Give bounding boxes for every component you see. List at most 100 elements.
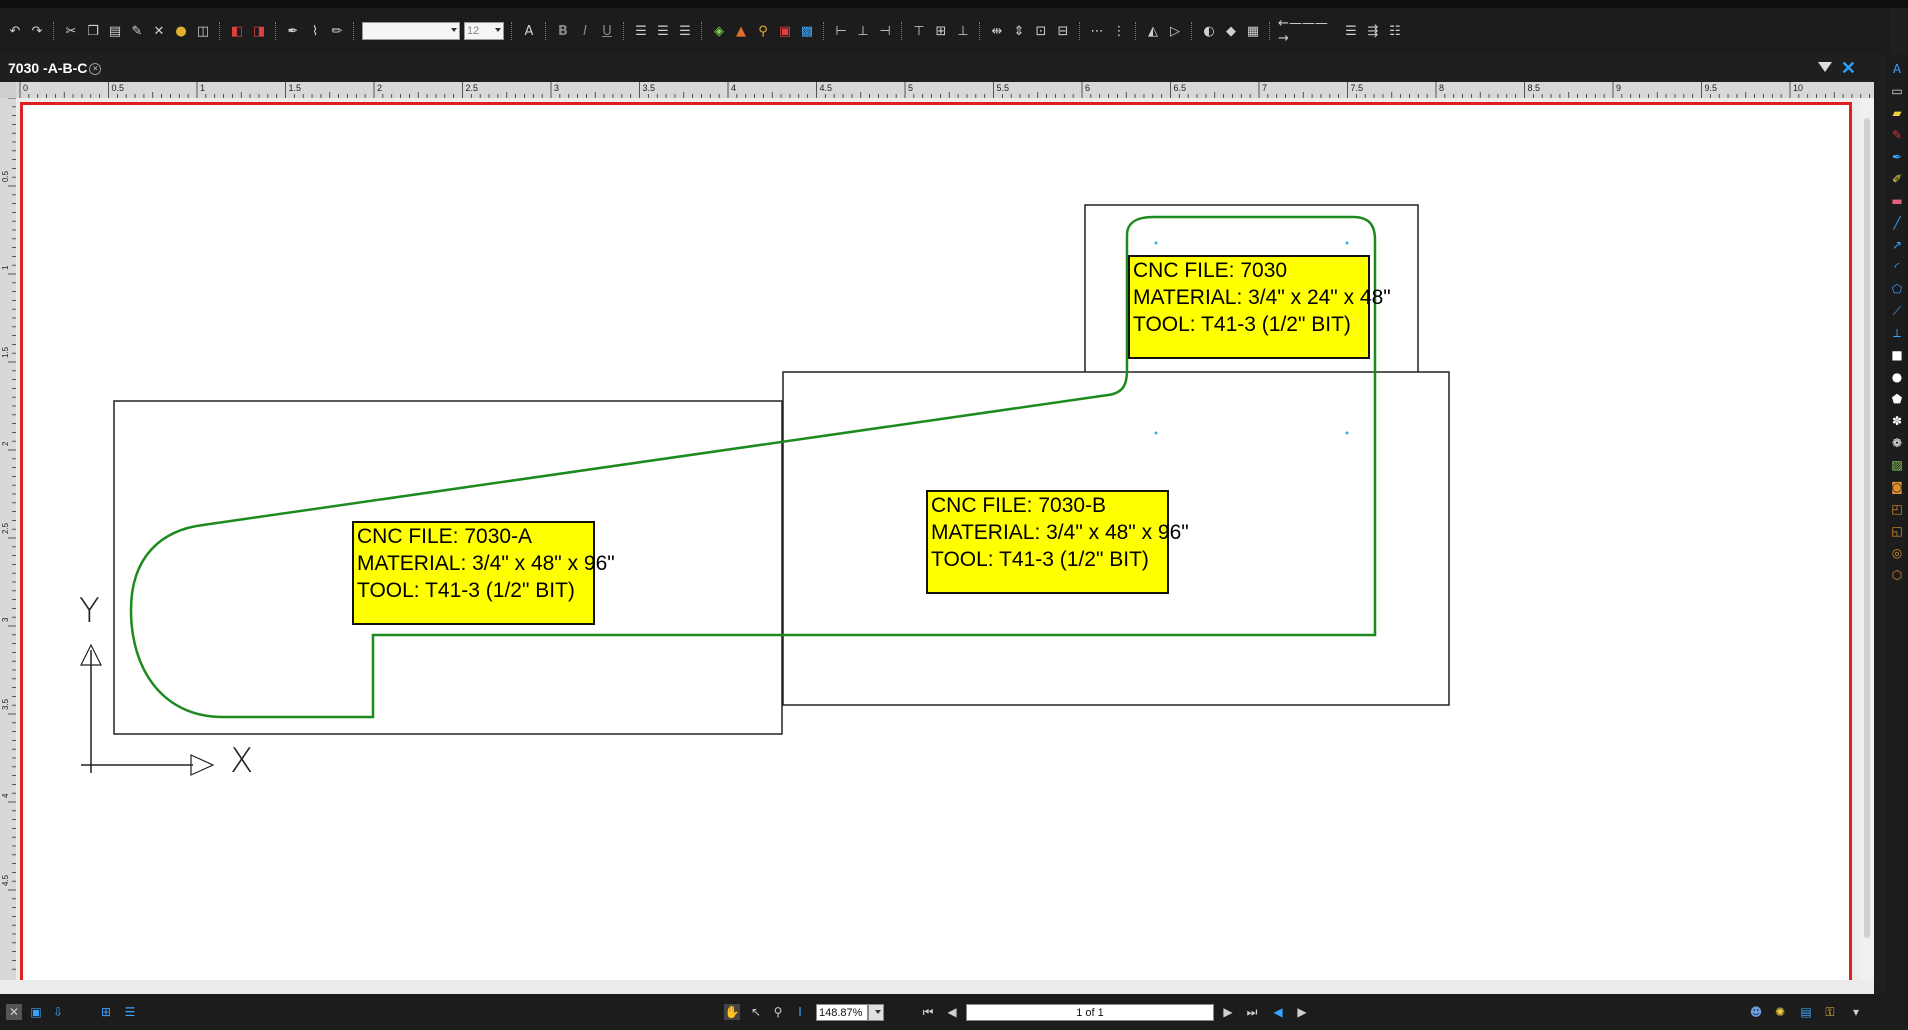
align-top-icon[interactable]: ⊤ — [910, 22, 928, 40]
lock-icon[interactable]: ⚿ — [1822, 1004, 1838, 1020]
close-icon[interactable]: × — [89, 63, 102, 75]
highlighter-icon[interactable]: ✎ — [1890, 128, 1904, 142]
copy-icon[interactable]: ❐ — [84, 22, 102, 40]
tab-list-dropdown-icon[interactable] — [1818, 62, 1832, 72]
line-color-icon[interactable]: ◆ — [1222, 22, 1240, 40]
cut-icon[interactable]: ✂ — [62, 22, 80, 40]
lightbulb-icon[interactable]: ✺ — [1772, 1004, 1788, 1020]
drawing-canvas[interactable]: CNC FILE: 7030 MATERIAL: 3/4" x 24" x 48… — [16, 98, 1874, 980]
pencil-tool-icon[interactable]: ✏ — [328, 22, 346, 40]
align-bottom-icon[interactable]: ⊥ — [954, 22, 972, 40]
line-width-icon[interactable]: ☰ — [1342, 22, 1360, 40]
italic-button[interactable]: I — [576, 22, 594, 40]
format-painter-icon[interactable]: ✎ — [128, 22, 146, 40]
panel-toggle-icon[interactable]: ▣ — [28, 1004, 44, 1020]
note-icon[interactable]: ▰ — [1890, 106, 1904, 120]
align-middle-icon[interactable]: ⊞ — [932, 22, 950, 40]
delete-icon[interactable]: ✕ — [150, 22, 168, 40]
pdf-import-icon[interactable]: ◨ — [250, 22, 268, 40]
tab-document[interactable]: 7030 -A-B-C × — [4, 58, 103, 78]
measure-tool-icon[interactable]: ⟂ — [1890, 326, 1904, 340]
control-point[interactable] — [1154, 241, 1158, 245]
user-icon[interactable]: ☻ — [1748, 1004, 1764, 1020]
align-left-icon[interactable]: ☰ — [632, 22, 650, 40]
hatch-pattern-icon[interactable]: ▦ — [1244, 22, 1262, 40]
next-view-icon[interactable]: ▶ — [1294, 1004, 1310, 1020]
next-page-icon[interactable]: ▶ — [1220, 1004, 1236, 1020]
line-tool-icon[interactable]: ╱ — [1890, 216, 1904, 230]
text-select-icon[interactable]: I — [792, 1004, 808, 1020]
perimeter-measure-icon[interactable]: ⬡ — [1890, 568, 1904, 582]
text-color-button[interactable]: A — [520, 22, 538, 40]
cnc-label-7030-b[interactable]: CNC FILE: 7030-B MATERIAL: 3/4" x 48" x … — [926, 490, 1189, 594]
distribute-horizontal-icon[interactable]: ⇹ — [988, 22, 1006, 40]
line-style-icon[interactable]: ←———→ — [1278, 16, 1338, 46]
underline-button[interactable]: U — [598, 22, 616, 40]
bold-button[interactable]: B — [554, 22, 572, 40]
capture-icon[interactable]: ◫ — [194, 22, 212, 40]
cloud-shape-icon[interactable]: ❁ — [1890, 436, 1904, 450]
align-center-icon[interactable]: ☰ — [654, 22, 672, 40]
attach-icon[interactable]: ⚲ — [754, 22, 772, 40]
control-point[interactable] — [1345, 241, 1349, 245]
image-tool-icon[interactable]: ▨ — [1890, 458, 1904, 472]
vertical-more-icon[interactable]: ⋮ — [1110, 22, 1128, 40]
rectangle-tool-icon[interactable]: ■ — [1890, 348, 1904, 362]
stamp-icon[interactable]: ◙ — [1890, 480, 1904, 494]
align-right-icon[interactable]: ☰ — [676, 22, 694, 40]
zoom-dropdown[interactable] — [868, 1004, 884, 1021]
stamp-icon[interactable]: ● — [172, 22, 190, 40]
vertical-scrollbar-thumb[interactable] — [1864, 118, 1870, 938]
area-measure-icon[interactable]: ◱ — [1890, 524, 1904, 538]
download-icon[interactable]: ⇩ — [50, 1004, 66, 1020]
align-objects-right-icon[interactable]: ⊣ — [876, 22, 894, 40]
flip-icon[interactable]: ◭ — [1144, 22, 1162, 40]
group-icon[interactable]: ⊡ — [1032, 22, 1050, 40]
more-status-icon[interactable]: ▾ — [1848, 1004, 1864, 1020]
polyline-tool-icon[interactable]: ⟋ — [1890, 304, 1904, 318]
align-objects-center-icon[interactable]: ⊥ — [854, 22, 872, 40]
control-point[interactable] — [1345, 431, 1349, 435]
typewriter-icon[interactable]: ▭ — [1890, 84, 1904, 98]
document-icon[interactable]: ▤ — [1798, 1004, 1814, 1020]
polygon-tool-icon[interactable]: ⬠ — [1890, 282, 1904, 296]
cnc-label-7030-a[interactable]: CNC FILE: 7030-A MATERIAL: 3/4" x 48" x … — [352, 521, 615, 625]
ungroup-icon[interactable]: ⊟ — [1054, 22, 1072, 40]
stamp-tool-icon[interactable]: ▲ — [732, 22, 750, 40]
horizontal-scrollbar[interactable] — [0, 980, 1874, 994]
flatten-icon[interactable]: ▣ — [776, 22, 794, 40]
previous-view-icon[interactable]: ◀ — [1270, 1004, 1286, 1020]
distribute-vertical-icon[interactable]: ⇕ — [1010, 22, 1028, 40]
page-number-input[interactable]: 1 of 1 — [966, 1004, 1214, 1021]
crop-icon[interactable]: ◰ — [1890, 502, 1904, 516]
marker-icon[interactable]: ✐ — [1890, 172, 1904, 186]
arc-tool-icon[interactable]: ◜ — [1890, 260, 1904, 274]
font-family-select[interactable] — [362, 22, 460, 40]
drawing-page[interactable]: CNC FILE: 7030 MATERIAL: 3/4" x 24" x 48… — [20, 102, 1852, 980]
pen-icon[interactable]: ✒ — [1890, 150, 1904, 164]
redo-icon[interactable]: ↷ — [28, 22, 46, 40]
previous-page-icon[interactable]: ◀ — [944, 1004, 960, 1020]
pdf-export-icon[interactable]: ◧ — [228, 22, 246, 40]
fill-color-icon[interactable]: ◐ — [1200, 22, 1218, 40]
line-end-icon[interactable]: ⇶ — [1364, 22, 1382, 40]
zoom-tool-icon[interactable]: ⚲ — [770, 1004, 786, 1020]
pen-tool-icon[interactable]: ✒ — [284, 22, 302, 40]
highlight-icon[interactable]: ◈ — [710, 22, 728, 40]
cloud-tool-icon[interactable]: ✽ — [1890, 414, 1904, 428]
rotate-icon[interactable]: ▷ — [1166, 22, 1184, 40]
ellipse-tool-icon[interactable]: ● — [1890, 370, 1904, 384]
vertical-scrollbar[interactable] — [1860, 98, 1874, 980]
text-tool-icon[interactable]: A — [1890, 62, 1904, 76]
pan-tool-icon[interactable]: ✋ — [724, 1004, 740, 1020]
paste-icon[interactable]: ▤ — [106, 22, 124, 40]
close-all-tabs-icon[interactable]: ✕ — [1841, 58, 1856, 78]
cnc-label-7030[interactable]: CNC FILE: 7030 MATERIAL: 3/4" x 24" x 48… — [1128, 255, 1391, 359]
more-options-icon[interactable]: ⋯ — [1088, 22, 1106, 40]
split-view-icon[interactable]: ⊞ — [98, 1004, 114, 1020]
brush-tool-icon[interactable]: ⌇ — [306, 22, 324, 40]
dash-style-icon[interactable]: ☷ — [1386, 22, 1404, 40]
polygon-shape-icon[interactable]: ⬟ — [1890, 392, 1904, 406]
last-page-icon[interactable]: ⏭ — [1244, 1004, 1260, 1020]
snapshot-icon[interactable]: ▩ — [798, 22, 816, 40]
